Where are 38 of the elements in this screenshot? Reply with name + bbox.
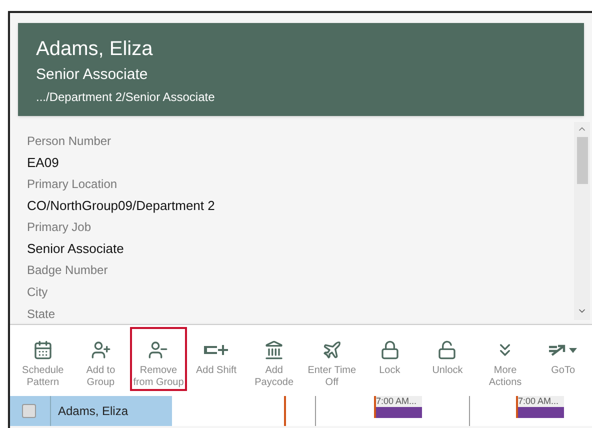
user-minus-icon [148, 340, 168, 360]
employee-name: Adams, Eliza [58, 403, 128, 420]
user-plus-icon [90, 340, 111, 360]
bank-icon [264, 340, 284, 360]
shift-block[interactable]: 7:00 AM... [374, 396, 422, 418]
field-label: Person Number [27, 133, 112, 150]
toolbar-button[interactable]: Add Shift [187, 327, 246, 391]
toolbar-button[interactable]: Add Paycode [245, 327, 303, 391]
scrollbar[interactable] [574, 122, 590, 320]
job-path: .../Department 2/Senior Associate [36, 89, 216, 105]
toolbar-button[interactable]: Enter Time Off [302, 327, 361, 391]
shift-block[interactable]: 7:00 AM... [516, 396, 564, 418]
toolbar-button[interactable]: More Actions [476, 327, 534, 391]
employee-name: Adams, Eliza [36, 37, 154, 61]
toolbar-button[interactable]: Unlock [418, 327, 476, 391]
job-title: Senior Associate [36, 65, 149, 85]
toolbar-button[interactable]: Lock [360, 327, 419, 391]
field-label: City [27, 284, 49, 301]
bar-plus-icon [203, 343, 230, 357]
toolbar-button[interactable]: Schedule Pattern [14, 327, 72, 391]
toolbar-button[interactable]: Remove from Group [130, 327, 188, 391]
row-checkbox[interactable] [22, 404, 36, 418]
field-label: State [27, 306, 56, 323]
unlock-icon [437, 340, 458, 360]
field-value: CO/NorthGroup09/Department 2 [27, 197, 216, 215]
field-label: Badge Number [27, 262, 109, 279]
lock-icon [380, 340, 400, 360]
field-label: Primary Location [27, 176, 118, 193]
employee-cell[interactable]: Adams, Eliza [10, 396, 172, 426]
field-value: Senior Associate [27, 240, 125, 258]
calendar-icon [32, 340, 53, 360]
field-value: EA09 [27, 154, 60, 172]
plane-icon [322, 340, 342, 360]
arrow-icon [548, 343, 578, 357]
toolbar-button[interactable]: GoTo [534, 327, 592, 391]
toolbar-button[interactable]: Add to Group [72, 327, 130, 391]
scroll-thumb[interactable] [576, 137, 588, 184]
field-label: Primary Job [27, 219, 92, 236]
